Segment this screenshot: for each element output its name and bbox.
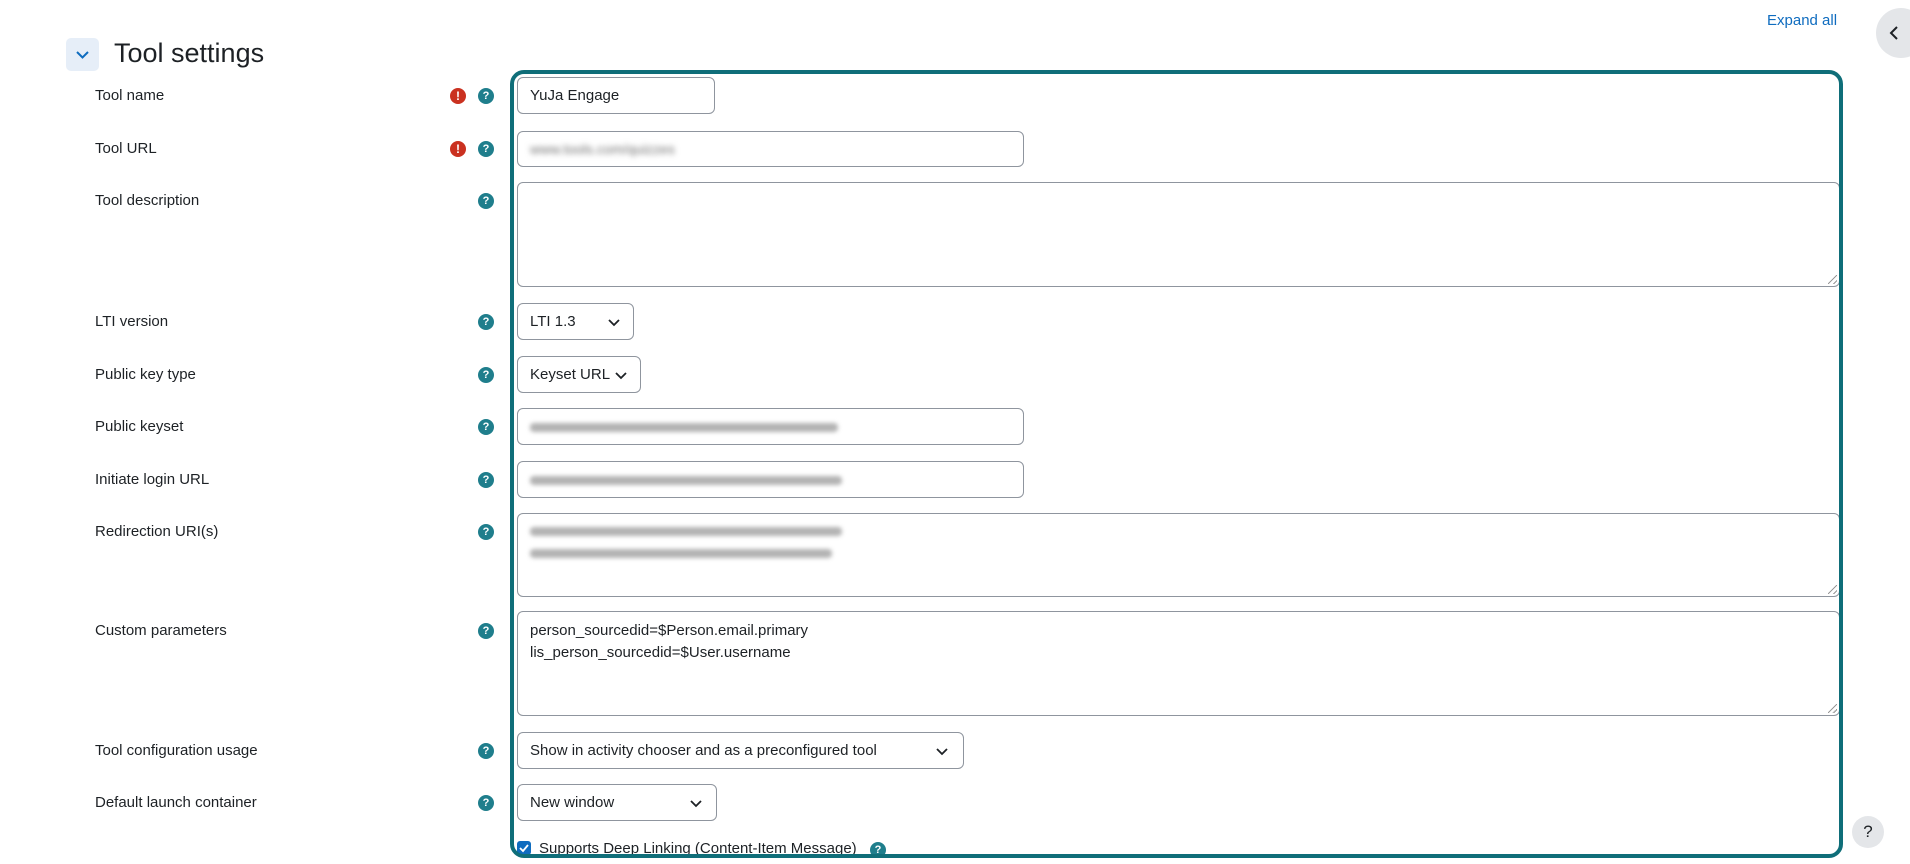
chevron-down-icon (690, 800, 702, 808)
custom-parameters-label: Custom parameters (95, 622, 227, 639)
initiate-login-url-input[interactable] (517, 461, 1024, 498)
required-icon: ! (450, 141, 466, 157)
checkmark-icon (519, 844, 529, 853)
section-title: Tool settings (114, 38, 265, 68)
chevron-left-icon (1889, 26, 1898, 40)
default-launch-container-value: New window (530, 794, 615, 811)
chevron-down-icon (615, 372, 627, 380)
public-keyset-value-redacted (530, 423, 838, 432)
tool-name-input[interactable]: YuJa Engage (517, 77, 715, 114)
default-launch-container-select[interactable]: New window (517, 784, 717, 821)
tool-url-label: Tool URL (95, 140, 157, 157)
default-launch-container-label: Default launch container (95, 794, 257, 811)
public-key-type-label: Public key type (95, 366, 196, 383)
deep-linking-checkbox[interactable] (517, 841, 531, 855)
help-icon[interactable]: ? (478, 795, 494, 811)
required-icon: ! (450, 88, 466, 104)
help-icon[interactable]: ? (478, 743, 494, 759)
redirection-uri-line-redacted (530, 549, 832, 558)
help-icon[interactable]: ? (478, 472, 494, 488)
public-key-type-select[interactable]: Keyset URL (517, 356, 641, 393)
tool-description-textarea[interactable] (517, 182, 1840, 287)
public-keyset-input[interactable] (517, 408, 1024, 445)
tool-description-label: Tool description (95, 192, 200, 209)
custom-parameter-line: lis_person_sourcedid=$User.username (530, 644, 791, 661)
help-icon[interactable]: ? (478, 193, 494, 209)
custom-parameter-line: person_sourcedid=$Person.email.primary (530, 622, 809, 639)
help-icon[interactable]: ? (870, 842, 886, 858)
resize-handle[interactable] (1828, 704, 1837, 713)
drawer-toggle-button[interactable] (1876, 8, 1910, 58)
redirection-uris-label: Redirection URI(s) (95, 523, 219, 540)
help-icon[interactable]: ? (478, 623, 494, 639)
deep-linking-label[interactable]: Supports Deep Linking (Content-Item Mess… (539, 840, 857, 857)
resize-handle[interactable] (1828, 275, 1837, 284)
help-icon[interactable]: ? (478, 314, 494, 330)
expand-all-link[interactable]: Expand all (1767, 12, 1837, 29)
initiate-login-url-label: Initiate login URL (95, 471, 210, 488)
tool-configuration-usage-label: Tool configuration usage (95, 742, 258, 759)
resize-handle[interactable] (1828, 585, 1837, 594)
collapse-section-button[interactable] (66, 38, 99, 71)
tool-configuration-usage-value: Show in activity chooser and as a precon… (530, 742, 877, 759)
lti-version-value: LTI 1.3 (530, 313, 576, 330)
tool-url-value: www.tools.com/quizzes (530, 141, 675, 157)
help-icon[interactable]: ? (478, 419, 494, 435)
help-icon[interactable]: ? (478, 367, 494, 383)
chevron-down-icon (608, 319, 620, 327)
help-icon[interactable]: ? (478, 524, 494, 540)
chevron-down-icon (936, 748, 948, 756)
redirection-uri-line-redacted (530, 527, 842, 536)
redirection-uris-textarea[interactable] (517, 513, 1840, 597)
question-mark-icon[interactable]: ? (1852, 816, 1884, 848)
tool-url-input[interactable]: www.tools.com/quizzes (517, 131, 1024, 167)
help-icon[interactable]: ? (478, 88, 494, 104)
lti-version-label: LTI version (95, 313, 169, 330)
lti-version-select[interactable]: LTI 1.3 (517, 303, 634, 340)
chevron-down-icon (76, 51, 89, 59)
initiate-login-url-value-redacted (530, 476, 842, 485)
tool-name-label: Tool name (95, 87, 165, 104)
help-icon[interactable]: ? (478, 141, 494, 157)
tool-name-value: YuJa Engage (530, 87, 620, 104)
public-keyset-label: Public keyset (95, 418, 184, 435)
public-key-type-value: Keyset URL (530, 366, 611, 383)
tool-configuration-usage-select[interactable]: Show in activity chooser and as a precon… (517, 732, 964, 769)
custom-parameters-textarea[interactable]: person_sourcedid=$Person.email.primary l… (517, 611, 1840, 716)
